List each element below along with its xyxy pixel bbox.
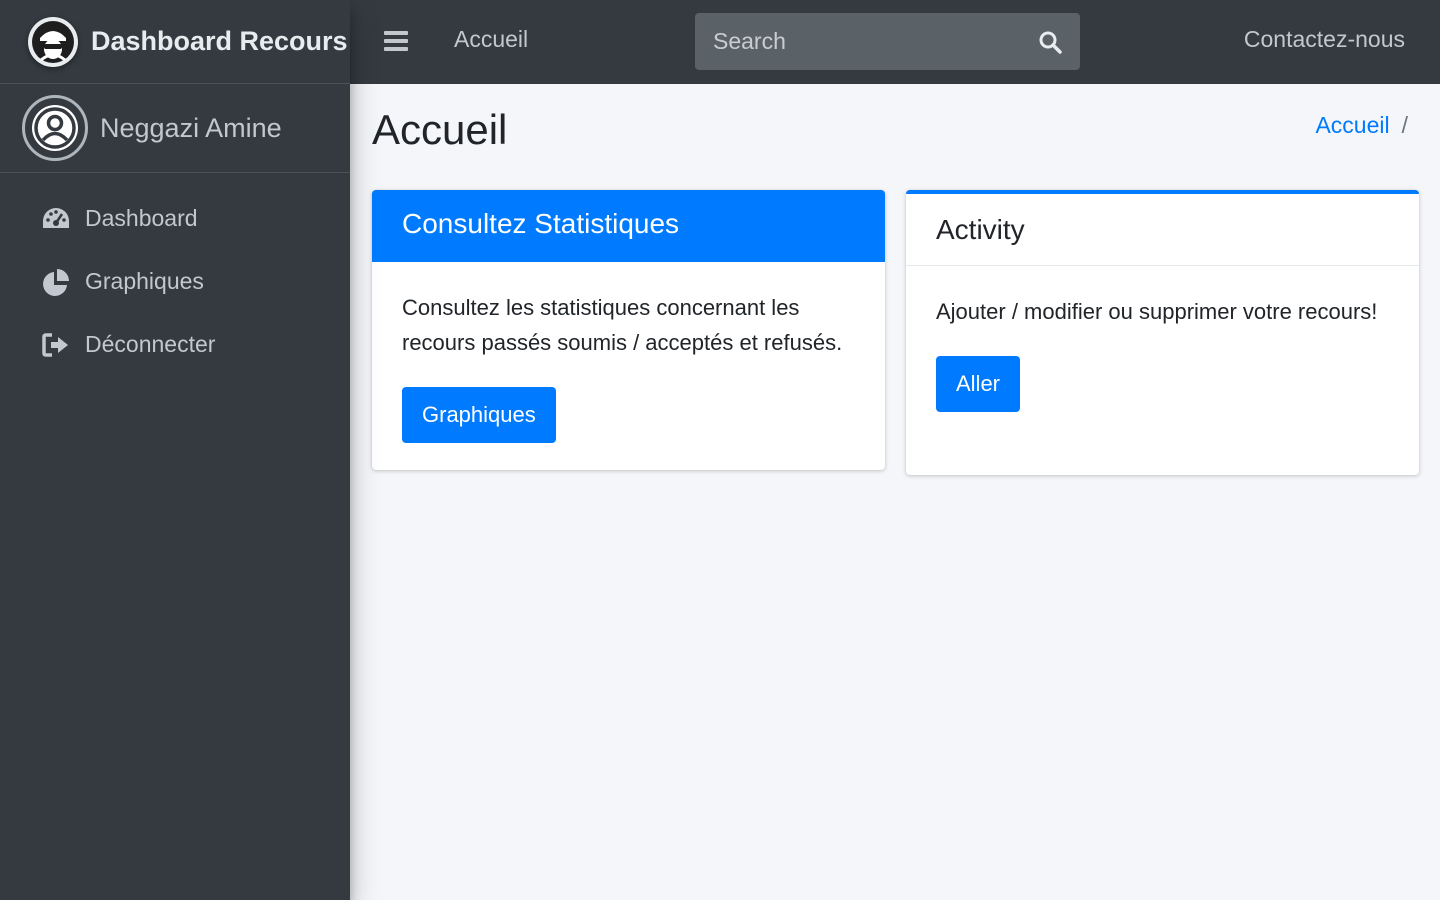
card-body: Consultez les statistiques concernant le…: [372, 262, 885, 443]
brand-link[interactable]: Dashboard Recours: [0, 0, 350, 84]
nav-link-contact[interactable]: Contactez-nous: [1244, 26, 1405, 53]
user-avatar-icon: [22, 95, 88, 161]
card-title: Activity: [906, 194, 1419, 266]
sidebar-item-graphiques[interactable]: Graphiques: [0, 250, 350, 313]
breadcrumb: Accueil /: [1315, 112, 1408, 139]
graphiques-button[interactable]: Graphiques: [402, 387, 556, 443]
search-button[interactable]: [1020, 13, 1080, 70]
page-title: Accueil: [372, 106, 508, 153]
menu-toggle-icon[interactable]: [384, 27, 408, 57]
breadcrumb-item-accueil[interactable]: Accueil: [1315, 112, 1389, 139]
statistics-card: Consultez Statistiques Consultez les sta…: [372, 190, 885, 470]
sign-out-icon: [40, 329, 72, 361]
breadcrumb-separator: /: [1401, 112, 1408, 138]
top-navbar: Accueil Contactez-nous: [350, 0, 1440, 84]
sidebar-item-label: Graphiques: [85, 268, 204, 294]
card-body: Ajouter / modifier ou supprimer votre re…: [906, 266, 1419, 412]
sidebar-item-label: Dashboard: [85, 205, 198, 231]
sidebar-item-label: Déconnecter: [85, 331, 216, 357]
nav-link-accueil[interactable]: Accueil: [454, 26, 528, 53]
sidebar-item-dashboard[interactable]: Dashboard: [0, 187, 350, 250]
user-name: Neggazi Amine: [100, 112, 282, 143]
card-text: Ajouter / modifier ou supprimer votre re…: [936, 299, 1378, 324]
sidebar-item-deconnecter[interactable]: Déconnecter: [0, 313, 350, 376]
search-icon: [1039, 31, 1062, 54]
activity-card: Activity Ajouter / modifier ou supprimer…: [906, 190, 1419, 475]
card-text: Consultez les statistiques concernant le…: [402, 295, 843, 355]
search-form: [695, 13, 1080, 70]
sidebar-nav: Dashboard Graphiques Déconnecter: [0, 173, 350, 376]
pie-chart-icon: [40, 266, 72, 298]
dashboard-icon: [40, 203, 72, 235]
brand-logo-icon: [28, 16, 78, 67]
user-panel[interactable]: Neggazi Amine: [0, 84, 350, 173]
brand-title: Dashboard Recours: [91, 26, 348, 56]
sidebar: Dashboard Recours Neggazi Amine Dashboar…: [0, 0, 350, 900]
aller-button[interactable]: Aller: [936, 356, 1021, 412]
card-title: Consultez Statistiques: [372, 190, 885, 262]
search-input[interactable]: [695, 13, 1020, 70]
